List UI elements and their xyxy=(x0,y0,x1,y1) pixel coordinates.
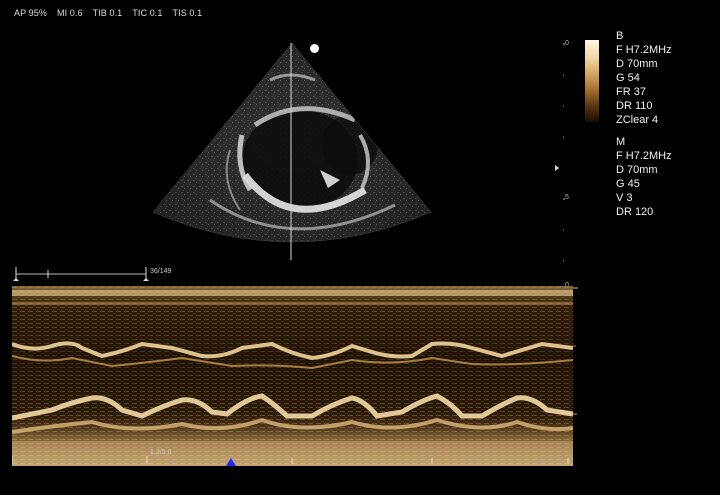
timeline-marker-icon[interactable] xyxy=(226,458,236,466)
ap-readout: AP 95% xyxy=(14,8,47,18)
cine-frame-slider[interactable] xyxy=(12,264,152,282)
bmode-parameters: B F H7.2MHz D 70mm G 54 FR 37 DR 110 ZCl… xyxy=(616,29,672,127)
mi-readout: MI 0.6 xyxy=(56,8,83,18)
frame-counter: 36/149 xyxy=(150,268,172,275)
mmode-depth-scale xyxy=(573,286,581,466)
cine-time-readout: 1.2/5.0 xyxy=(150,449,172,456)
bmode-frame-rate: FR 37 xyxy=(616,86,646,98)
tis-readout: TIS 0.1 xyxy=(172,8,203,18)
focus-marker-icon xyxy=(555,165,559,171)
mmode-gain: G 45 xyxy=(616,178,640,190)
bmode-dynamic-range: DR 110 xyxy=(616,100,653,112)
bmode-zclear: ZClear 4 xyxy=(616,114,659,126)
tic-readout: TIC 0.1 xyxy=(132,8,163,18)
depth-label-zero: 0 xyxy=(565,40,569,47)
orientation-marker-dot xyxy=(310,44,319,53)
bmode-frequency: F H7.2MHz xyxy=(616,44,672,56)
mmode-depth: D 70mm xyxy=(616,164,658,176)
bmode-title: B xyxy=(616,30,624,42)
bmode-gain: G 54 xyxy=(616,72,640,84)
mmode-speed: V 3 xyxy=(616,192,633,204)
acoustic-output-bar: AP 95% MI 0.6 TIB 0.1 TIC 0.1 TIS 0.1 xyxy=(14,8,202,22)
mmode-dynamic-range: DR 120 xyxy=(616,206,654,218)
imaging-parameters-panel: B F H7.2MHz D 70mm G 54 FR 37 DR 110 ZCl… xyxy=(616,29,672,227)
mmode-title: M xyxy=(616,136,626,148)
mmode-parameters: M F H7.2MHz D 70mm G 45 V 3 DR 120 xyxy=(616,135,672,219)
mmode-trace-image[interactable] xyxy=(12,286,573,466)
bmode-sector-image[interactable] xyxy=(150,40,435,262)
depth-label-five: 5 xyxy=(565,194,569,201)
grayscale-map-bar xyxy=(585,40,599,122)
mmode-frequency: F H7.2MHz xyxy=(616,150,672,162)
depth-scale: 0 5 0 xyxy=(553,40,573,289)
bmode-depth: D 70mm xyxy=(616,58,658,70)
tib-readout: TIB 0.1 xyxy=(92,8,123,18)
